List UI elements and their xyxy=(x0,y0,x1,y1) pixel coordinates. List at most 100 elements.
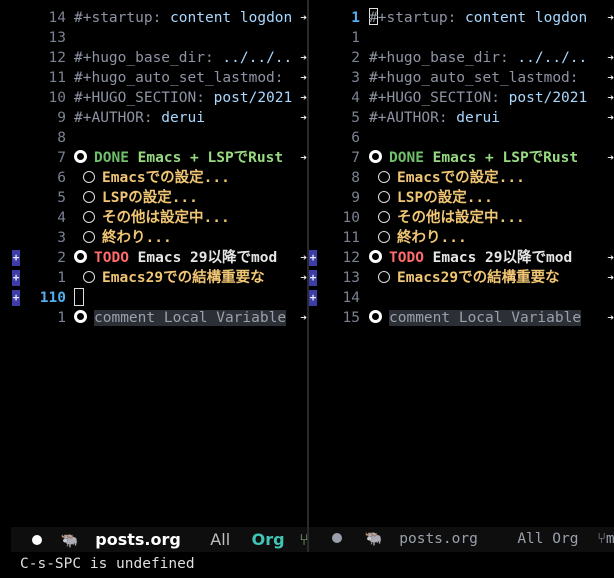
subheading-title[interactable]: その他は設定中... xyxy=(397,210,525,226)
line-continuation-arrow-icon: ➔ xyxy=(606,68,614,88)
editor-line[interactable]: 15 comment Local Variable ➔ xyxy=(309,308,614,328)
editor-pane-right[interactable]: 1 #+startup: content logdon ➔ 1 2 #+hugo_base… xyxy=(309,0,614,526)
editor-line[interactable]: 11 #+hugo_auto_set_lastmod: ➔ xyxy=(0,68,307,88)
editor-line[interactable]: 4 #+HUGO_SECTION: post/2021 ➔ xyxy=(309,88,614,108)
buffer-name[interactable]: posts.org xyxy=(399,531,478,547)
editor-pane-left[interactable]: 14 #+startup: content logdon ➔ 13 12 #+hugo_b… xyxy=(0,0,307,526)
subheading-title[interactable]: LSPの設定... xyxy=(102,190,198,206)
editor-line[interactable]: 9 #+AUTHOR: derui ➔ xyxy=(0,108,307,128)
heading-bullet-hollow-icon xyxy=(378,231,390,243)
subheading-title[interactable]: Emacs29での結構重要な xyxy=(102,270,265,286)
major-mode[interactable]: Org xyxy=(252,530,285,549)
line-continuation-arrow-icon: ➔ xyxy=(299,48,307,68)
heading-bullet-hollow-icon xyxy=(378,271,390,283)
editor-line[interactable]: 13 xyxy=(0,28,307,48)
editor-line[interactable]: 6 Emacsでの設定... xyxy=(0,168,307,188)
editor-line[interactable]: +12 TODO Emacs 29以降でmod ➔ xyxy=(309,248,614,268)
editor-line[interactable]: 3 #+hugo_auto_set_lastmod: ➔ xyxy=(309,68,614,88)
subheading-title[interactable]: LSPの設定... xyxy=(397,190,493,206)
subheading-title[interactable]: その他は設定中... xyxy=(102,210,230,226)
org-keyword-value: ../../.. xyxy=(213,50,293,66)
heading-bullet-hollow-icon xyxy=(83,211,95,223)
editor-line[interactable]: +2 TODO Emacs 29以降でmod ➔ xyxy=(0,248,307,268)
line-continuation-arrow-icon: ➔ xyxy=(299,68,307,88)
line-number: 1 xyxy=(57,310,66,326)
comment-heading[interactable]: comment Local Variable xyxy=(94,310,287,326)
line-text: Emacsでの設定... xyxy=(369,168,525,188)
line-text: DONE Emacs + LSPでRust xyxy=(369,148,578,168)
line-number: 13 xyxy=(48,30,66,46)
editor-line[interactable]: +13 Emacs29での結構重要な ➔ xyxy=(309,268,614,288)
line-number: 5 xyxy=(351,110,360,126)
editor-line[interactable]: 8 xyxy=(0,128,307,148)
editor-line[interactable]: 10 その他は設定中... xyxy=(309,208,614,228)
editor-line[interactable]: 1 comment Local Variable ➔ xyxy=(0,308,307,328)
editor-line[interactable]: 1 #+startup: content logdon ➔ xyxy=(309,8,614,28)
editor-line[interactable]: 11 終わり... xyxy=(309,228,614,248)
buffer-position: All xyxy=(517,531,544,547)
line-text: TODO Emacs 29以降でmod xyxy=(369,248,572,268)
gnu-icon: 🐃 xyxy=(60,533,79,549)
editor-line[interactable]: +14 xyxy=(309,288,614,308)
editor-line[interactable]: 5 #+AUTHOR: derui ➔ xyxy=(309,108,614,128)
editor-line[interactable]: 9 LSPの設定... xyxy=(309,188,614,208)
org-keyword: #+hugo_auto_set_lastmod: xyxy=(369,70,579,86)
editor-line[interactable]: 2 #+hugo_base_dir: ../../.. ➔ xyxy=(309,48,614,68)
vcs-branch[interactable]: ma xyxy=(606,531,614,547)
gnu-icon: 🐃 xyxy=(364,531,383,547)
subheading-title[interactable]: 終わり... xyxy=(102,230,172,246)
todo-state[interactable]: DONE xyxy=(94,150,129,166)
editor-line[interactable]: 8 Emacsでの設定... xyxy=(309,168,614,188)
subheading-title[interactable]: Emacs29での結構重要な xyxy=(397,270,560,286)
heading-title: Emacs 29以降でmod xyxy=(128,250,278,266)
buffer-name[interactable]: posts.org xyxy=(95,530,181,549)
line-text xyxy=(74,288,84,309)
line-text: #+hugo_base_dir: ../../.. xyxy=(369,48,587,68)
editor-line[interactable]: 14 #+startup: content logdon ➔ xyxy=(0,8,307,28)
editor-line[interactable]: +1 Emacs29での結構重要な ➔ xyxy=(0,268,307,288)
editor-line[interactable]: 1 xyxy=(309,28,614,48)
line-text: #+hugo_base_dir: ../../.. xyxy=(74,48,292,68)
editor-line[interactable]: 12 #+hugo_base_dir: ../../.. ➔ xyxy=(0,48,307,68)
editor-line[interactable]: 6 xyxy=(309,128,614,148)
todo-state[interactable]: TODO xyxy=(94,250,129,266)
heading-bullet-filled-icon xyxy=(74,310,87,323)
line-number: 10 xyxy=(342,210,360,226)
subheading-title[interactable]: 終わり... xyxy=(397,230,467,246)
line-number: 6 xyxy=(57,170,66,186)
org-keyword-value: content logdon xyxy=(456,10,588,26)
todo-state[interactable]: TODO xyxy=(389,250,424,266)
line-text: comment Local Variable xyxy=(74,308,287,328)
line-number: 11 xyxy=(48,70,66,86)
editor-line[interactable]: 4 その他は設定中... xyxy=(0,208,307,228)
org-keyword: #+startup: xyxy=(74,10,162,26)
line-continuation-arrow-icon: ➔ xyxy=(606,308,614,328)
line-number: 7 xyxy=(351,150,360,166)
subheading-title[interactable]: Emacsでの設定... xyxy=(102,170,230,186)
line-text: #+AUTHOR: derui xyxy=(74,108,205,128)
line-text: Emacsでの設定... xyxy=(74,168,230,188)
line-text: 終わり... xyxy=(369,228,467,248)
line-continuation-arrow-icon: ➔ xyxy=(299,108,307,128)
editor-line[interactable]: +110 xyxy=(0,288,307,308)
todo-state[interactable]: DONE xyxy=(389,150,424,166)
org-keyword: #+hugo_base_dir: xyxy=(74,50,214,66)
editor-line[interactable]: 7 DONE Emacs + LSPでRust ➔ xyxy=(309,148,614,168)
major-mode[interactable]: Org xyxy=(552,531,578,547)
line-text: comment Local Variable xyxy=(369,308,582,328)
editor-line[interactable]: 3 終わり... xyxy=(0,228,307,248)
editor-line[interactable]: 10 #+HUGO_SECTION: post/2021 ➔ xyxy=(0,88,307,108)
line-continuation-arrow-icon: ➔ xyxy=(606,108,614,128)
heading-bullet-hollow-icon xyxy=(378,211,390,223)
editor-line[interactable]: 7 DONE Emacs + LSPでRust ➔ xyxy=(0,148,307,168)
line-text: TODO Emacs 29以降でmod xyxy=(74,248,277,268)
line-text: Emacs29での結構重要な xyxy=(74,268,265,288)
heading-bullet-filled-icon xyxy=(369,310,382,323)
editor-line[interactable]: 5 LSPの設定... xyxy=(0,188,307,208)
line-continuation-arrow-icon: ➔ xyxy=(299,8,307,28)
line-continuation-arrow-icon: ➔ xyxy=(606,268,614,288)
subheading-title[interactable]: Emacsでの設定... xyxy=(397,170,525,186)
line-number: 14 xyxy=(342,290,360,306)
comment-heading[interactable]: comment Local Variable xyxy=(389,310,582,326)
org-keyword: #+HUGO_SECTION: xyxy=(369,90,500,106)
